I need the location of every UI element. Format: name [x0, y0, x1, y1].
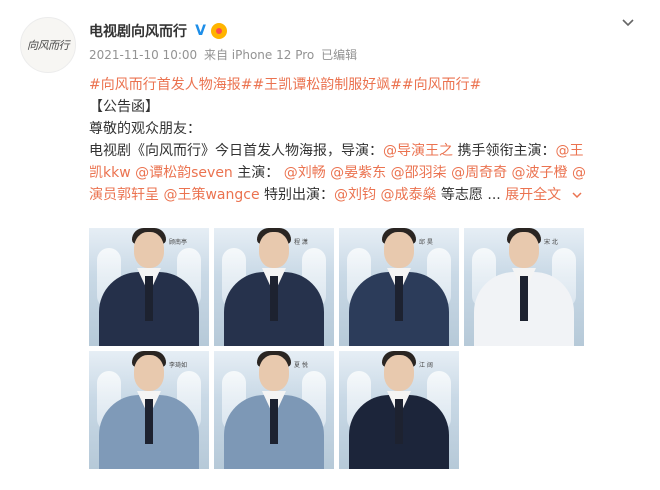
figure-head — [384, 355, 414, 391]
mention-link[interactable]: 凯kkw — [89, 165, 131, 181]
poster-thumbnail[interactable]: 顾南亭 — [89, 228, 209, 346]
poster-name-tag: 李琦如 — [169, 362, 188, 369]
level-badge-icon[interactable] — [211, 23, 227, 39]
mention-link[interactable]: @ — [572, 165, 586, 181]
necktie — [145, 276, 153, 321]
expand-full-text-link[interactable]: 展开全文 — [505, 187, 561, 203]
verified-v-icon: V — [193, 23, 208, 39]
poster-name-tag: 顾南亭 — [169, 239, 188, 246]
intro-text: 电视剧《向风而行》今日首发人物海报，导演： — [89, 143, 383, 159]
poster-name-tag: 邱 昊 — [419, 239, 433, 246]
poster-thumbnail[interactable]: 邱 昊 — [339, 228, 459, 346]
mention-link[interactable]: @刘钧 — [334, 187, 376, 203]
poster-name-tag: 宋 北 — [544, 239, 558, 246]
notice-heading: 【公告函】 — [89, 99, 159, 115]
trailing-text: 等志愿 ... — [436, 187, 506, 203]
mention-link[interactable]: @王 — [555, 143, 583, 159]
post-text: #向风而行首发人物海报##王凯谭松韵制服好飒##向风而行# 【公告函】 尊敬的观… — [89, 74, 634, 206]
poster-thumbnail[interactable]: 宋 北 — [464, 228, 584, 346]
mention-link[interactable]: @王策wangce — [163, 187, 259, 203]
source-text: 来自 iPhone 12 Pro — [203, 48, 315, 62]
author-name[interactable]: 电视剧向风而行 — [89, 21, 187, 41]
necktie — [145, 399, 153, 444]
poster-name-tag: 夏 悦 — [294, 362, 308, 369]
post-meta: 2021-11-10 10:00 来自 iPhone 12 Pro 已编辑 — [89, 46, 360, 63]
edited-label[interactable]: 已编辑 — [321, 48, 357, 62]
mention-link[interactable]: @导演王之 — [383, 143, 453, 159]
poster-name-tag: 程 潇 — [294, 239, 308, 246]
poster-thumbnail[interactable]: 江 阔 — [339, 351, 459, 469]
poster-thumbnail[interactable]: 程 潇 — [214, 228, 334, 346]
mention-link[interactable]: @成泰燊 — [380, 187, 436, 203]
poster-thumbnail[interactable]: 夏 悦 — [214, 351, 334, 469]
mention-link[interactable]: @谭松韵seven — [135, 165, 233, 181]
figure-head — [509, 232, 539, 268]
necktie — [395, 276, 403, 321]
figure-head — [384, 232, 414, 268]
lead-label: 携手领衔主演： — [453, 143, 556, 159]
mention-link[interactable]: @晏紫东 — [330, 165, 386, 181]
poster-thumbnail[interactable]: 李琦如 — [89, 351, 209, 469]
necktie — [270, 276, 278, 321]
mention-link[interactable]: @刘畅 — [284, 165, 326, 181]
avatar[interactable]: 向风而行 — [20, 17, 76, 73]
chevron-down-icon[interactable] — [572, 184, 582, 206]
greeting-text: 尊敬的观众朋友： — [89, 121, 201, 137]
special-label: 特别出演： — [259, 187, 335, 203]
weibo-post-card: 向风而行 电视剧向风而行 V 2021-11-10 10:00 来自 iPhon… — [0, 0, 660, 490]
mention-link[interactable]: @邵羽柒 — [391, 165, 447, 181]
figure-head — [134, 355, 164, 391]
necktie — [395, 399, 403, 444]
necktie — [520, 276, 528, 321]
figure-head — [259, 232, 289, 268]
mention-link[interactable]: @波子橙 — [512, 165, 568, 181]
necktie — [270, 399, 278, 444]
author-row: 电视剧向风而行 V — [89, 21, 227, 41]
cast-label: 主演： — [232, 165, 284, 181]
figure-head — [259, 355, 289, 391]
mention-link[interactable]: 演员郭轩呈 — [89, 187, 159, 203]
figure-head — [134, 232, 164, 268]
avatar-text: 向风而行 — [27, 39, 70, 52]
timestamp[interactable]: 2021-11-10 10:00 — [89, 48, 197, 62]
chevron-down-icon[interactable] — [620, 15, 636, 31]
poster-name-tag: 江 阔 — [419, 362, 433, 369]
hashtag-links[interactable]: #向风而行首发人物海报##王凯谭松韵制服好飒##向风而行# — [89, 77, 481, 93]
mention-link[interactable]: @周奇奇 — [451, 165, 507, 181]
